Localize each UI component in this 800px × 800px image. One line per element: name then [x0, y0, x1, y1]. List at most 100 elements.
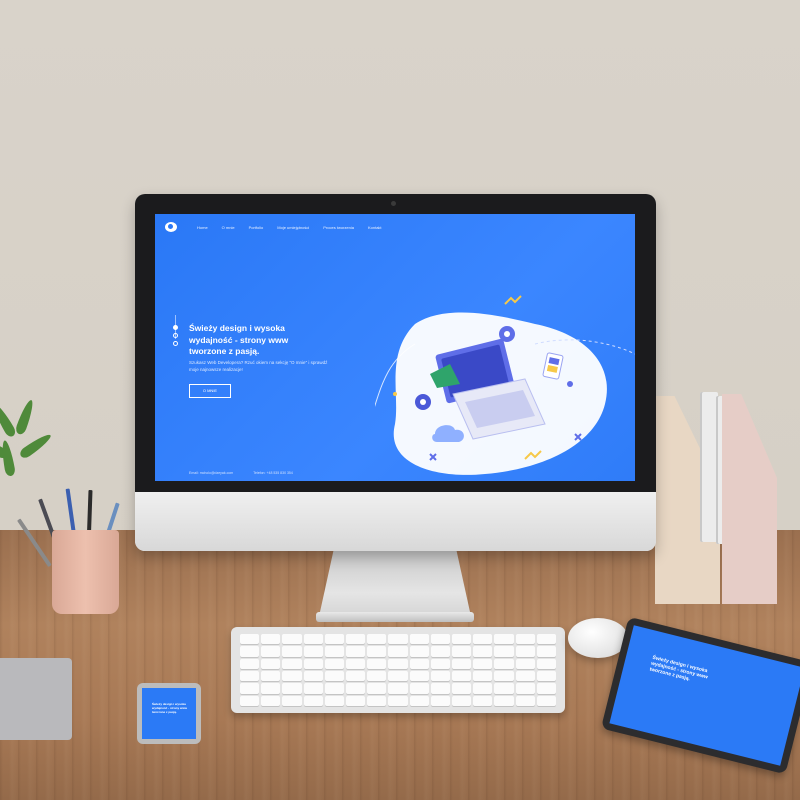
keyboard-key — [240, 646, 260, 657]
nav-item-portfolio[interactable]: Portfolio — [249, 225, 264, 230]
keyboard-key — [303, 670, 323, 682]
hero-title: Świeży design i wysoka wydajność - stron… — [189, 323, 289, 356]
keyboard-key — [367, 683, 387, 694]
keyboard-key — [324, 658, 344, 669]
keyboard-key — [240, 658, 260, 669]
keyboard-key — [430, 683, 450, 694]
keyboard-key — [303, 634, 323, 645]
keyboard-key — [261, 634, 281, 645]
keyboard-key — [388, 646, 408, 657]
keyboard-key — [452, 670, 472, 682]
keyboard-key — [494, 683, 514, 694]
website-screen: Home O mnie Portfolio Moje umiejętności … — [155, 214, 635, 481]
keyboard-key — [303, 646, 323, 657]
keyboard-key — [494, 670, 514, 682]
monitor-chin — [135, 492, 656, 551]
keyboard-key — [430, 670, 450, 682]
keyboard-key — [388, 658, 408, 669]
keyboard-key — [430, 646, 450, 657]
keyboard-key — [303, 683, 323, 694]
keyboard-key — [515, 634, 535, 645]
keyboard-key — [473, 670, 493, 682]
keyboard-key — [452, 634, 472, 645]
keyboard-key — [261, 683, 281, 694]
keyboard-key — [346, 658, 366, 669]
keyboard-key — [388, 683, 408, 694]
keyboard-key — [324, 683, 344, 694]
logo-icon[interactable] — [165, 222, 177, 232]
monitor-stand — [318, 551, 472, 621]
keyboard-key — [261, 658, 281, 669]
keyboard-key — [240, 670, 260, 682]
keyboard-key — [494, 695, 514, 706]
keyboard-key — [430, 658, 450, 669]
nav-item-contact[interactable]: Kontakt — [368, 225, 382, 230]
keyboard-key — [515, 695, 535, 706]
phone-screen: Świeży design i wysoka wydajność - stron… — [142, 688, 196, 739]
keyboard-key — [240, 683, 260, 694]
keyboard-key — [282, 670, 302, 682]
keyboard-key — [409, 646, 429, 657]
laptop-illustration — [375, 295, 635, 475]
keyboard-key — [346, 695, 366, 706]
keyboard-key — [536, 634, 556, 645]
keyboard-key — [452, 695, 472, 706]
smartphone: Świeży design i wysoka wydajność - stron… — [137, 683, 201, 744]
slider-dot[interactable] — [173, 333, 178, 338]
keyboard-key — [452, 646, 472, 657]
nav-item-about[interactable]: O mnie — [222, 225, 235, 230]
keyboard-key — [282, 658, 302, 669]
keyboard-key — [473, 695, 493, 706]
keyboard-key — [473, 646, 493, 657]
keyboard-key — [409, 658, 429, 669]
keyboard-key — [409, 670, 429, 682]
keyboard-key — [346, 670, 366, 682]
slider-dot-active[interactable] — [173, 325, 178, 330]
nav-item-skills[interactable]: Moje umiejętności — [277, 225, 309, 230]
keyboard-key — [240, 634, 260, 645]
keyboard-key — [303, 695, 323, 706]
keyboard-key — [409, 634, 429, 645]
keyboard-key — [261, 695, 281, 706]
phone-hero-title: Świeży design i wysoka wydajność - stron… — [152, 702, 188, 714]
keyboard-key — [282, 646, 302, 657]
keyboard-key — [494, 634, 514, 645]
keyboard-key — [452, 683, 472, 694]
keyboard-key — [324, 634, 344, 645]
keyboard-key — [261, 670, 281, 682]
keyboard-key — [346, 683, 366, 694]
keyboard-key — [367, 646, 387, 657]
keyboard-key — [367, 670, 387, 682]
slider-dot[interactable] — [173, 341, 178, 346]
tablet-hero-title: Świeży design i wysoka wydajność - stron… — [648, 654, 709, 683]
keyboard-key — [367, 658, 387, 669]
keyboard-key — [452, 658, 472, 669]
keyboard-key — [515, 670, 535, 682]
keyboard-key — [282, 634, 302, 645]
keyboard-key — [536, 670, 556, 682]
keyboard-key — [430, 695, 450, 706]
keyboard-key — [515, 658, 535, 669]
monitor-stand-base — [316, 612, 474, 622]
nav-item-home[interactable]: Home — [197, 225, 208, 230]
about-button[interactable]: O MNIE — [189, 384, 231, 398]
footer-phone[interactable]: Telefon: +48 535 830 354 — [253, 471, 293, 475]
keyboard-key — [282, 695, 302, 706]
keyboard-key — [346, 634, 366, 645]
keyboard-key — [388, 670, 408, 682]
keyboard-key — [324, 670, 344, 682]
keyboard-key — [367, 695, 387, 706]
keyboard-key — [261, 646, 281, 657]
hero-description: Szukasz Web Developera? Rzuć okiem na se… — [189, 360, 328, 372]
keyboard-keys — [240, 634, 556, 706]
keyboard-key — [473, 683, 493, 694]
top-navigation: Home O mnie Portfolio Moje umiejętności … — [165, 220, 382, 234]
laptop-edge — [0, 658, 72, 740]
footer-email[interactable]: Email: mcholo@dzeyak.com — [189, 471, 233, 475]
keyboard-key — [346, 646, 366, 657]
keyboard-key — [303, 658, 323, 669]
keyboard-key — [430, 634, 450, 645]
keyboard-key — [282, 683, 302, 694]
nav-item-process[interactable]: Proces tworzenia — [323, 225, 354, 230]
keyboard-key — [409, 683, 429, 694]
